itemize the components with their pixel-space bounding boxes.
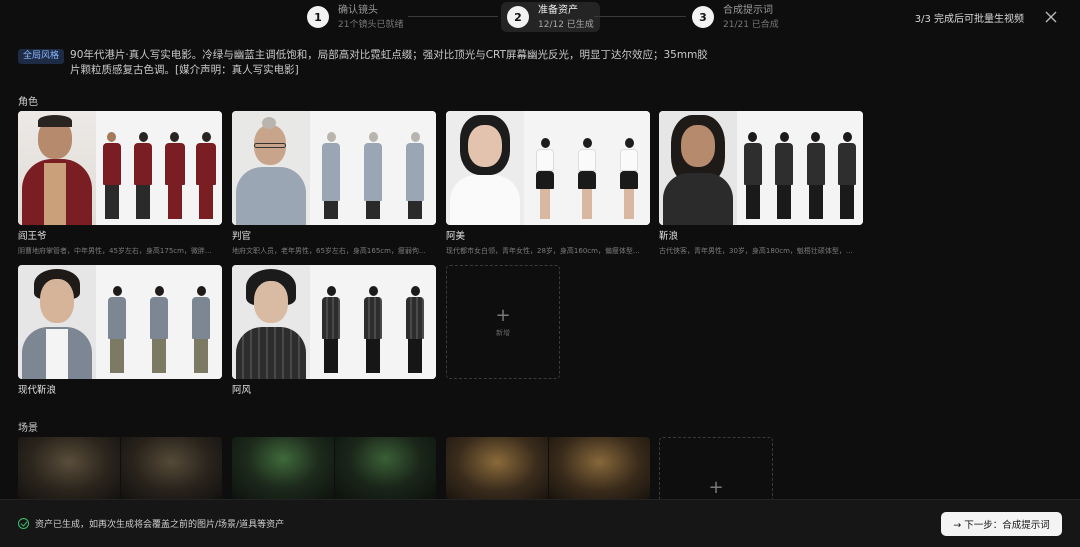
plus-icon: + [708, 477, 724, 498]
close-icon [1045, 11, 1057, 23]
status-text: 资产已生成，如再次生成将会覆盖之前的图片/场景/道具等资产 [35, 520, 285, 530]
step-confirm-shots[interactable]: 1 确认镜头 21个镜头已就绪 [307, 2, 403, 32]
status-message: 资产已生成，如再次生成将会覆盖之前的图片/场景/道具等资产 [18, 517, 284, 530]
character-image [18, 111, 222, 225]
character-image [18, 265, 222, 379]
step-subtitle: 21个镜头已就绪 [338, 19, 404, 30]
step-title: 准备资产 [538, 4, 578, 16]
character-card[interactable]: 现代靳浪 [18, 265, 222, 397]
next-step-button[interactable]: → 下一步：合成提示词 [941, 512, 1062, 536]
step-title: 合成提示词 [723, 4, 773, 16]
character-name: 靳浪 [659, 231, 679, 242]
character-card[interactable]: 阿美 现代都市女白领，青年女性，28岁，身高160cm，偏瘦体型... [446, 111, 650, 256]
step-header: 1 确认镜头 21个镜头已就绪 2 准备资产 12/12 已生成 3 合成提示词… [0, 0, 1080, 36]
character-card[interactable]: 阿风 [232, 265, 436, 397]
plus-icon: + [495, 304, 511, 326]
global-style: 全局风格 90年代港片·真人写实电影。冷绿与幽蓝主调低饱和，局部高对比霓虹点缀；… [18, 48, 708, 78]
character-image [232, 111, 436, 225]
scene-card[interactable] [18, 437, 222, 499]
step-number: 2 [507, 6, 529, 28]
character-name: 判官 [232, 231, 252, 242]
character-desc: 地府文职人员，老年男性，65岁左右，身高165cm，瘦弱佝... [232, 247, 426, 255]
scene-card[interactable] [232, 437, 436, 499]
scene-card[interactable] [446, 437, 650, 499]
add-scene-button[interactable]: + [659, 437, 773, 499]
character-card[interactable]: 靳浪 古代侠客，青年男性，30岁，身高180cm，魁梧壮硕体型，... [659, 111, 863, 256]
footer-bar: 资产已生成，如再次生成将会覆盖之前的图片/场景/道具等资产 → 下一步：合成提示… [0, 499, 1080, 547]
character-desc: 阴曹地府掌管者，中年男性，45岁左右，身高175cm，微胖... [18, 247, 212, 255]
step-subtitle: 21/21 已合成 [723, 19, 779, 30]
check-circle-icon [18, 518, 29, 529]
character-image [446, 111, 650, 225]
character-name: 阎王爷 [18, 231, 47, 242]
step-compose-prompts[interactable]: 3 合成提示词 21/21 已合成 [692, 2, 779, 32]
character-card[interactable]: 阎王爷 阴曹地府掌管者，中年男性，45岁左右，身高175cm，微胖... [18, 111, 222, 256]
step-connector [594, 16, 686, 17]
character-desc: 古代侠客，青年男性，30岁，身高180cm，魁梧壮硕体型，... [659, 247, 853, 255]
step-connector [408, 16, 498, 17]
section-title-characters: 角色 [18, 97, 38, 108]
add-label: 新增 [496, 328, 510, 337]
global-style-tag: 全局风格 [18, 49, 65, 64]
character-name: 现代靳浪 [18, 385, 57, 396]
character-image [659, 111, 863, 225]
section-title-scenes: 场景 [18, 423, 38, 434]
character-name: 阿风 [232, 385, 252, 396]
step-title: 确认镜头 [338, 4, 378, 16]
character-card[interactable]: 判官 地府文职人员，老年男性，65岁左右，身高165cm，瘦弱佝... [232, 111, 436, 256]
step-prepare-assets[interactable]: 2 准备资产 12/12 已生成 [501, 2, 600, 32]
batch-status-text: 3/3 完成后可批量生视频 [914, 14, 1024, 25]
character-desc: 现代都市女白领，青年女性，28岁，身高160cm，偏瘦体型... [446, 247, 640, 255]
add-character-button[interactable]: + 新增 [446, 265, 560, 379]
character-image [232, 265, 436, 379]
step-number: 3 [692, 6, 714, 28]
global-style-text: 90年代港片·真人写实电影。冷绿与幽蓝主调低饱和，局部高对比霓虹点缀；强对比顶光… [70, 49, 708, 76]
close-button[interactable] [1042, 8, 1060, 26]
step-number: 1 [307, 6, 329, 28]
character-name: 阿美 [446, 231, 466, 242]
step-subtitle: 12/12 已生成 [538, 19, 594, 30]
